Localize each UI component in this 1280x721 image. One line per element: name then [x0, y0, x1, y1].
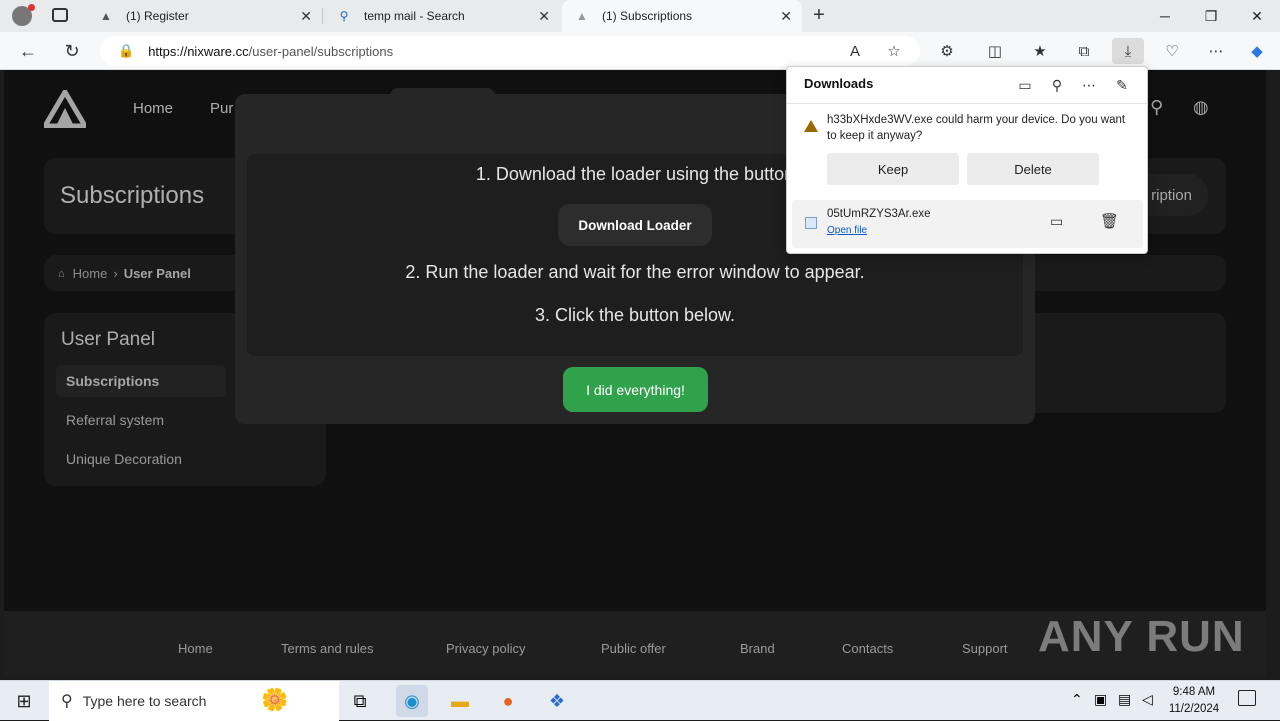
- file-name: 05tUmRZYS3Ar.exe: [827, 208, 931, 220]
- open-folder-icon[interactable]: ▭: [1015, 75, 1035, 95]
- keep-button[interactable]: Keep: [827, 153, 959, 185]
- search-highlight-icon: 🌼: [261, 687, 289, 712]
- restore-button[interactable]: ❐: [1188, 0, 1234, 32]
- address-bar-row: ← ↻ 🔒 https://nixware.cc/user-panel/subs…: [0, 32, 1280, 70]
- taskbar-search-box[interactable]: ⚲ Type here to search 🌼: [49, 681, 339, 721]
- copilot-icon[interactable]: ◆: [1244, 38, 1270, 64]
- tab-label: temp mail - Search: [364, 9, 465, 23]
- lock-icon[interactable]: 🔒: [118, 43, 134, 59]
- nixware-logo-icon: ▲: [576, 9, 588, 23]
- taskbar-clock[interactable]: 9:48 AM 11/2/2024: [1164, 684, 1224, 718]
- pin-icon[interactable]: ✎: [1112, 75, 1132, 95]
- footer-link-contacts[interactable]: Contacts: [842, 641, 893, 656]
- search-icon: ⚲: [339, 9, 349, 23]
- time: 9:48 AM: [1172, 686, 1216, 698]
- show-in-folder-icon[interactable]: ▭: [1050, 213, 1068, 231]
- download-loader-button[interactable]: Download Loader: [558, 204, 712, 246]
- windows-start-icon[interactable]: ⊞: [10, 687, 38, 715]
- downloads-title: Downloads: [804, 76, 874, 91]
- tab-label: (1) Subscriptions: [602, 9, 693, 23]
- refresh-button[interactable]: ↻: [58, 37, 86, 65]
- i-did-everything-button[interactable]: I did everything!: [563, 367, 708, 412]
- download-item[interactable]: 05tUmRZYS3Ar.exe Open file ▭ 🗑: [792, 200, 1143, 248]
- step-2-text: 2. Run the loader and wait for the error…: [405, 262, 865, 282]
- windows-taskbar: ⊞ ⚲ Type here to search 🌼 ⧉ ◉ ▬ ● ❖ ⌃ ▣ …: [0, 680, 1280, 721]
- app-taskbar-icon[interactable]: ❖: [543, 687, 571, 715]
- url-path: /user-panel/subscriptions: [248, 43, 394, 59]
- delete-button[interactable]: Delete: [967, 153, 1099, 185]
- back-button[interactable]: ←: [14, 37, 42, 65]
- footer-link-support[interactable]: Support: [962, 641, 1008, 656]
- browser-essentials-icon[interactable]: ♡: [1159, 38, 1185, 64]
- more-menu-icon[interactable]: ⋯: [1203, 38, 1229, 64]
- header-divider: [787, 103, 1147, 104]
- notifications-icon[interactable]: [1238, 690, 1256, 706]
- firefox-icon[interactable]: ●: [494, 687, 522, 715]
- network-icon[interactable]: ▤: [1118, 691, 1131, 708]
- search-downloads-icon[interactable]: ⚲: [1047, 75, 1067, 95]
- edge-taskbar-icon[interactable]: ◉: [396, 685, 428, 717]
- tab-bar: ▲ (1) Register ✕ ⚲ temp mail - Search ✕ …: [0, 0, 1280, 32]
- read-aloud-icon[interactable]: A: [842, 38, 868, 64]
- footer-link-home[interactable]: Home: [178, 641, 213, 656]
- close-tab-icon[interactable]: ✕: [300, 8, 312, 25]
- nixware-logo-icon: ▲: [100, 9, 112, 23]
- downloads-panel: Downloads ▭ ⚲ ⋯ ✎ h33bXHxde3WV.exe could…: [786, 66, 1148, 254]
- tab-actions-icon[interactable]: [52, 8, 68, 22]
- more-options-icon[interactable]: ⋯: [1079, 75, 1099, 95]
- new-tab-button[interactable]: +: [808, 4, 830, 26]
- tab-register[interactable]: ▲ (1) Register ✕: [86, 0, 322, 32]
- tab-temp-mail-search[interactable]: ⚲ temp mail - Search ✕: [324, 0, 560, 32]
- search-placeholder: Type here to search: [82, 693, 207, 709]
- delete-trash-icon[interactable]: 🗑: [1100, 212, 1119, 230]
- exe-file-icon: [805, 217, 817, 229]
- date: 11/2/2024: [1168, 703, 1220, 715]
- close-tab-icon[interactable]: ✕: [538, 8, 550, 25]
- warning-message: h33bXHxde3WV.exe could harm your device.…: [827, 114, 1126, 142]
- split-screen-icon[interactable]: ◫: [982, 38, 1008, 64]
- volume-icon[interactable]: ◁: [1142, 691, 1153, 708]
- close-window-button[interactable]: ✕: [1234, 0, 1280, 32]
- warning-icon: [804, 120, 818, 132]
- search-icon: ⚲: [61, 693, 73, 710]
- extensions-icon[interactable]: ⚙: [934, 38, 960, 64]
- anyrun-watermark: ANY RUN: [1038, 612, 1245, 661]
- address-bar[interactable]: 🔒 https://nixware.cc/user-panel/subscrip…: [100, 36, 920, 66]
- tab-label: (1) Register: [126, 9, 189, 23]
- security-tray-icon[interactable]: ▣: [1094, 691, 1107, 708]
- favorite-star-icon[interactable]: ☆: [881, 38, 907, 64]
- footer-link-privacy[interactable]: Privacy policy: [446, 641, 525, 656]
- notification-dot: [28, 4, 35, 11]
- tab-subscriptions[interactable]: ▲ (1) Subscriptions ✕: [562, 0, 802, 32]
- open-file-link[interactable]: Open file: [827, 225, 867, 236]
- url-host: https://nixware.cc: [148, 43, 249, 59]
- favorites-icon[interactable]: ★: [1027, 38, 1053, 64]
- footer-link-terms[interactable]: Terms and rules: [281, 641, 373, 656]
- footer-link-brand[interactable]: Brand: [740, 641, 775, 656]
- modal-header-tab: [390, 88, 495, 100]
- collections-icon[interactable]: ⧉: [1071, 38, 1097, 64]
- footer-link-public-offer[interactable]: Public offer: [601, 641, 666, 656]
- downloads-icon[interactable]: ⤓: [1112, 38, 1144, 64]
- close-tab-icon[interactable]: ✕: [780, 8, 792, 25]
- minimize-button[interactable]: ─: [1142, 0, 1188, 32]
- file-explorer-icon[interactable]: ▬: [446, 687, 474, 715]
- step-3-text: 3. Click the button below.: [534, 305, 736, 325]
- show-hidden-icons[interactable]: ⌃: [1071, 691, 1083, 708]
- tab-separator: [322, 8, 323, 24]
- task-view-icon[interactable]: ⧉: [346, 687, 374, 715]
